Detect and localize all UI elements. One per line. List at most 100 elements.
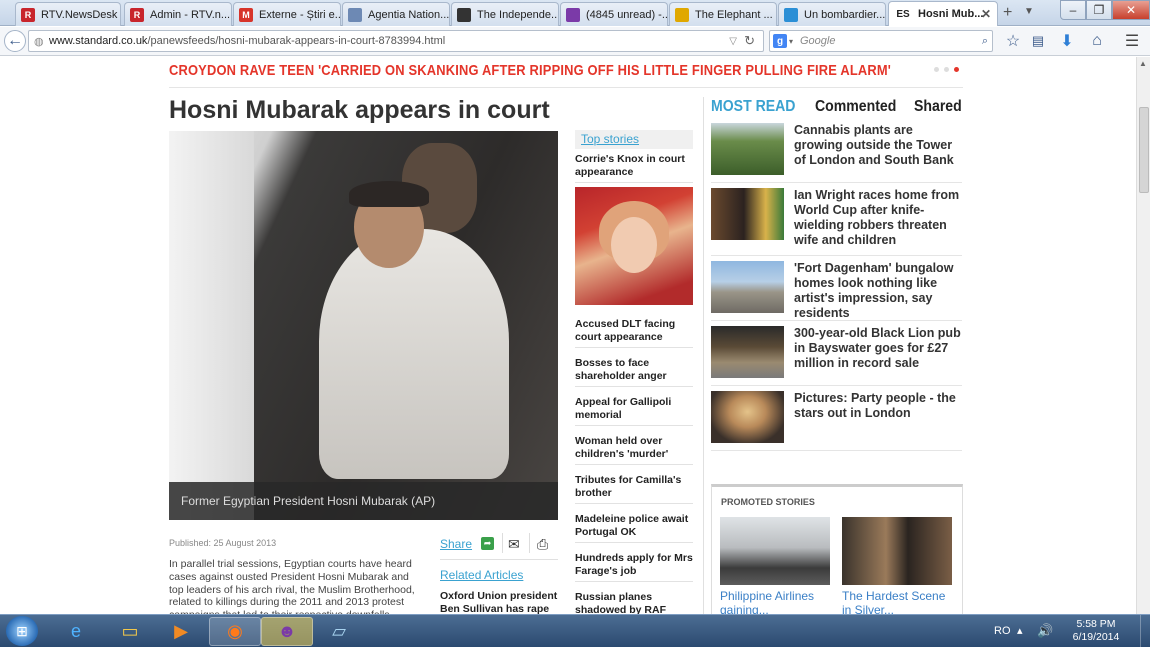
es-favicon-icon: ES xyxy=(896,8,910,20)
divider xyxy=(169,87,963,88)
carousel-dot-active[interactable] xyxy=(954,67,959,72)
tab-externe[interactable]: M Externe - Știri e... xyxy=(233,2,341,26)
tab-label: Externe - Știri e... xyxy=(259,8,341,21)
tray-arrow-icon[interactable]: ▴ xyxy=(1017,624,1023,637)
bookmark-star-icon[interactable]: ☆ xyxy=(1003,31,1023,51)
media-player-icon[interactable]: ▶ xyxy=(155,617,207,646)
rtv-favicon-icon: R xyxy=(21,7,35,22)
tab-label: Un bombardier... xyxy=(804,8,886,21)
file-explorer-icon[interactable]: ▭ xyxy=(104,617,156,646)
close-window-icon[interactable]: ✕ xyxy=(1112,0,1150,20)
promoted-stories-heading: PROMOTED STORIES xyxy=(721,497,815,507)
url-path: /panewsfeeds/hosni-mubarak-appears-in-co… xyxy=(147,35,446,47)
tab-hosni-mubarak[interactable]: ES Hosni Mub... ✕ xyxy=(888,1,998,26)
top-story-item[interactable]: Appeal for Gallipoli memorial xyxy=(575,396,693,426)
search-engine-dropdown-icon[interactable]: ▾ xyxy=(789,37,793,46)
promoted-link[interactable]: Philippine Airlines gaining... xyxy=(720,589,835,614)
share-icon[interactable]: ➦ xyxy=(481,537,494,550)
back-arrow-icon[interactable]: ← xyxy=(4,30,26,52)
top-story-item[interactable]: Accused DLT facing court appearance xyxy=(575,318,693,348)
most-read-thumbnail xyxy=(711,123,784,175)
email-icon[interactable]: ✉ xyxy=(508,537,520,551)
show-desktop-button[interactable] xyxy=(1140,615,1150,648)
downloads-icon[interactable]: ⬇ xyxy=(1057,31,1077,51)
top-story-item[interactable]: Tributes for Camilla's brother xyxy=(575,474,693,504)
tab-label: (4845 unread) -... xyxy=(586,8,668,21)
related-article[interactable]: Oxford Union president Ben Sullivan has … xyxy=(440,590,558,614)
navigation-bar: ← ◍ www.standard.co.uk/panewsfeeds/hosni… xyxy=(0,27,1150,56)
tab-most-read[interactable]: MOST READ xyxy=(711,98,795,116)
home-icon[interactable]: ⌂ xyxy=(1087,31,1107,51)
volume-icon[interactable]: 🔊 xyxy=(1037,623,1053,639)
notepad-icon[interactable]: ▱ xyxy=(313,617,365,646)
internet-explorer-icon[interactable]: e xyxy=(50,617,102,646)
ticker-headline[interactable]: CROYDON RAVE TEEN 'CARRIED ON SKANKING A… xyxy=(169,62,891,79)
tab-list-icon[interactable]: ▼ xyxy=(1024,6,1034,17)
tab-admin-rtv[interactable]: R Admin - RTV.n... xyxy=(124,2,232,26)
share-link[interactable]: Share xyxy=(440,537,472,551)
clock[interactable]: 5:58 PM 6/19/2014 xyxy=(1060,618,1132,644)
print-icon[interactable]: ⎙ xyxy=(537,537,548,551)
carousel-dot[interactable] xyxy=(944,67,949,72)
promoted-image[interactable] xyxy=(842,517,952,585)
tab-shared[interactable]: Shared xyxy=(914,98,962,116)
most-read-item[interactable]: Cannabis plants are growing outside the … xyxy=(711,123,962,183)
most-read-item[interactable]: 300-year-old Black Lion pub in Bayswater… xyxy=(711,326,962,386)
most-read-thumbnail xyxy=(711,391,784,443)
most-read-item[interactable]: Pictures: Party people - the stars out i… xyxy=(711,391,962,451)
tab-elephant[interactable]: The Elephant ... xyxy=(669,2,777,26)
clock-date: 6/19/2014 xyxy=(1072,631,1120,643)
page-scrollbar[interactable]: ▲ xyxy=(1136,57,1150,614)
related-articles-heading[interactable]: Related Articles xyxy=(440,568,523,582)
article-headline: Hosni Mubarak appears in court xyxy=(169,96,550,124)
promoted-image[interactable] xyxy=(720,517,830,585)
top-story-item[interactable]: Madeleine police await Portugal OK xyxy=(575,513,693,543)
scroll-up-icon[interactable]: ▲ xyxy=(1139,59,1147,68)
face-shape xyxy=(611,217,657,273)
tab-yahoo-mail[interactable]: (4845 unread) -... xyxy=(560,2,668,26)
most-read-item[interactable]: Ian Wright races home from World Cup aft… xyxy=(711,188,962,256)
promoted-stories: PROMOTED STORIES Philippine Airlines gai… xyxy=(711,484,963,614)
imdb-favicon-icon xyxy=(675,7,689,22)
top-story-image[interactable] xyxy=(575,187,693,305)
top-story-item[interactable]: Bosses to face shareholder anger xyxy=(575,357,693,387)
top-stories-heading[interactable]: Top stories xyxy=(575,130,693,149)
top-story-item[interactable]: Woman held over children's 'murder' xyxy=(575,435,693,465)
reload-icon[interactable]: ↻ xyxy=(744,33,755,49)
restore-icon[interactable]: ❐ xyxy=(1086,0,1112,20)
top-story-item[interactable]: Corrie's Knox in court appearance xyxy=(575,153,693,183)
most-read-item[interactable]: 'Fort Dagenham' bungalow homes look noth… xyxy=(711,261,962,321)
new-tab-icon[interactable]: + xyxy=(1003,4,1012,22)
tab-bombardier[interactable]: Un bombardier... xyxy=(778,2,886,26)
close-tab-icon[interactable]: ✕ xyxy=(981,7,991,21)
language-indicator[interactable]: RO xyxy=(994,625,1011,637)
tab-label: The Elephant ... xyxy=(695,8,773,21)
most-read-thumbnail xyxy=(711,326,784,378)
scrollbar-thumb[interactable] xyxy=(1139,107,1149,193)
minimize-icon[interactable]: – xyxy=(1060,0,1086,20)
divider xyxy=(529,533,530,553)
most-read-title: Ian Wright races home from World Cup aft… xyxy=(794,188,960,247)
column-divider xyxy=(703,97,704,614)
bookmarks-icon[interactable]: ▤ xyxy=(1028,31,1048,51)
promoted-link[interactable]: The Hardest Scene in Silver... xyxy=(842,589,957,614)
tab-commented[interactable]: Commented xyxy=(815,98,896,116)
eagle-favicon-icon xyxy=(457,7,471,22)
top-story-item[interactable]: Russian planes shadowed by RAF xyxy=(575,591,693,614)
url-domain: www.standard.co.uk xyxy=(49,35,148,47)
photo-caption: Former Egyptian President Hosni Mubarak … xyxy=(169,482,558,520)
carousel-dot[interactable] xyxy=(934,67,939,72)
history-dropdown-icon[interactable]: ▽ xyxy=(729,36,737,47)
firefox-icon[interactable]: ◉ xyxy=(209,617,261,646)
menu-icon[interactable]: ☰ xyxy=(1122,31,1142,51)
start-button[interactable]: ⊞ xyxy=(6,616,38,646)
yahoo-messenger-icon[interactable]: ☻ xyxy=(261,617,313,646)
most-read-title: 300-year-old Black Lion pub in Bayswater… xyxy=(794,326,961,370)
tab-rtv-newsdesk[interactable]: R RTV.NewsDesk xyxy=(15,2,121,26)
search-input[interactable]: g ▾ Google ⌕ xyxy=(769,30,993,52)
top-story-item[interactable]: Hundreds apply for Mrs Farage's job xyxy=(575,552,693,582)
url-bar[interactable]: ◍ www.standard.co.uk/panewsfeeds/hosni-m… xyxy=(28,30,764,52)
tab-agentia[interactable]: Agentia Nation... xyxy=(342,2,450,26)
tab-independent[interactable]: The Independe... xyxy=(451,2,559,26)
search-icon[interactable]: ⌕ xyxy=(982,35,988,48)
